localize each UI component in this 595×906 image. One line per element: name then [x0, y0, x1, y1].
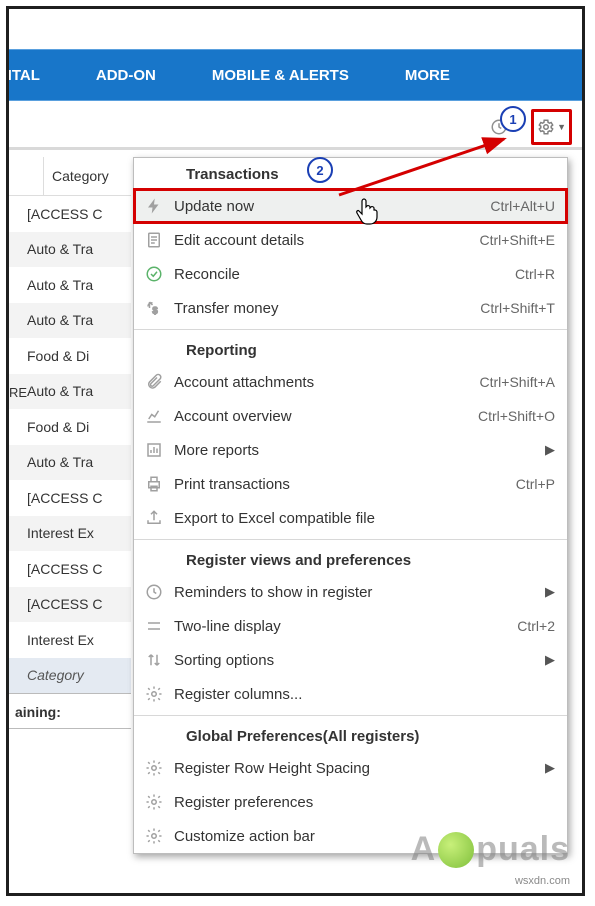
grid-cell[interactable]: Auto & Tra	[9, 303, 131, 339]
watermark-text: A	[411, 830, 437, 869]
menu-shortcut: Ctrl+Shift+T	[472, 300, 555, 316]
gear-icon	[145, 759, 163, 777]
menu-item-overview[interactable]: Account overview Ctrl+Shift+O	[134, 399, 567, 433]
menu-item-export[interactable]: Export to Excel compatible file	[134, 501, 567, 535]
sort-icon	[145, 651, 163, 669]
clock-icon	[145, 583, 163, 601]
transfer-icon: $	[145, 299, 163, 317]
svg-text:$: $	[153, 305, 158, 315]
menu-section-global: Global Preferences(All registers)	[134, 720, 567, 751]
menu-section-reporting: Reporting	[134, 334, 567, 365]
grid-cell[interactable]: Food & Di	[9, 409, 131, 445]
chart-line-icon	[145, 407, 163, 425]
menu-label: Edit account details	[174, 232, 472, 249]
menu-item-reconcile[interactable]: Reconcile Ctrl+R	[134, 257, 567, 291]
document-icon	[145, 231, 163, 249]
menu-item-edit-account[interactable]: Edit account details Ctrl+Shift+E	[134, 223, 567, 257]
menu-section-views: Register views and preferences	[134, 544, 567, 575]
settings-dropdown[interactable]: ▼	[531, 109, 572, 145]
grid-cell[interactable]: Interest Ex	[9, 516, 131, 552]
menu-label: More reports	[174, 442, 537, 459]
grid-cell[interactable]: Food & Di	[9, 338, 131, 374]
paperclip-icon	[145, 373, 163, 391]
grid-cell[interactable]: [ACCESS C	[9, 480, 131, 516]
caret-down-icon: ▼	[557, 122, 566, 132]
register-grid-left: Category [ACCESS C Auto & Tra Auto & Tra…	[9, 157, 131, 729]
menu-item-row-height[interactable]: Register Row Height Spacing ▶	[134, 751, 567, 785]
watermark-logo-icon	[438, 832, 474, 868]
submenu-arrow-icon: ▶	[537, 652, 555, 668]
menu-item-print[interactable]: Print transactions Ctrl+P	[134, 467, 567, 501]
grid-cell[interactable]: [ACCESS C	[9, 587, 131, 623]
menu-label: Account attachments	[174, 374, 472, 391]
menu-label: Reminders to show in register	[174, 584, 537, 601]
menu-label: Sorting options	[174, 652, 537, 669]
menu-shortcut: Ctrl+Shift+E	[472, 232, 555, 248]
menu-label: Register columns...	[174, 686, 555, 703]
grid-cell[interactable]: Auto & Tra	[9, 232, 131, 268]
grid-cell[interactable]: Auto & Tra	[9, 445, 131, 481]
gear-icon	[145, 827, 163, 845]
grid-cell[interactable]: Auto & Tra	[9, 374, 131, 410]
menu-shortcut: Ctrl+P	[508, 476, 555, 492]
menu-label: Two-line display	[174, 618, 509, 635]
menu-label: Print transactions	[174, 476, 508, 493]
menu-label: Account overview	[174, 408, 470, 425]
grid-cell[interactable]: [ACCESS C	[9, 196, 131, 232]
grid-cell[interactable]: Interest Ex	[9, 622, 131, 658]
menu-label: Reconcile	[174, 266, 507, 283]
column-header-category[interactable]: Category	[44, 168, 109, 184]
re-column-marker: RE	[9, 385, 27, 400]
gear-icon	[145, 793, 163, 811]
menu-label: Export to Excel compatible file	[174, 510, 555, 527]
gear-icon	[145, 685, 163, 703]
menu-mobile-alerts[interactable]: MOBILE & ALERTS	[184, 67, 377, 84]
menu-item-sorting[interactable]: Sorting options ▶	[134, 643, 567, 677]
settings-menu: Transactions Update now Ctrl+Alt+U Edit …	[133, 157, 568, 854]
submenu-arrow-icon: ▶	[537, 584, 555, 600]
lines-icon	[145, 617, 163, 635]
menu-item-reminders[interactable]: Reminders to show in register ▶	[134, 575, 567, 609]
submenu-arrow-icon: ▶	[537, 442, 555, 458]
source-credit: wsxdn.com	[515, 875, 570, 887]
menu-label: Register preferences	[174, 794, 555, 811]
grid-cell[interactable]: [ACCESS C	[9, 551, 131, 587]
grid-new-row[interactable]: Category	[9, 658, 131, 694]
annotation-arrow	[319, 129, 519, 209]
annotation-callout-2: 2	[307, 157, 333, 183]
report-icon	[145, 441, 163, 459]
lightning-icon	[145, 197, 163, 215]
main-menubar: NTAL ADD-ON MOBILE & ALERTS MORE	[9, 49, 582, 101]
submenu-arrow-icon: ▶	[537, 760, 555, 776]
watermark: A puals	[411, 830, 570, 869]
menu-item-columns[interactable]: Register columns...	[134, 677, 567, 711]
watermark-text: puals	[476, 830, 570, 869]
menu-item-register-prefs[interactable]: Register preferences	[134, 785, 567, 819]
menu-item-attachments[interactable]: Account attachments Ctrl+Shift+A	[134, 365, 567, 399]
export-icon	[145, 509, 163, 527]
gear-icon	[537, 118, 555, 136]
menu-label: Register Row Height Spacing	[174, 760, 537, 777]
grid-cell[interactable]: Auto & Tra	[9, 267, 131, 303]
menu-item-transfer[interactable]: $ Transfer money Ctrl+Shift+T	[134, 291, 567, 325]
remaining-label: aining:	[9, 704, 131, 720]
menu-more[interactable]: MORE	[377, 67, 478, 84]
menu-item-more-reports[interactable]: More reports ▶	[134, 433, 567, 467]
menu-item-two-line[interactable]: Two-line display Ctrl+2	[134, 609, 567, 643]
menu-shortcut: Ctrl+2	[509, 618, 555, 634]
menu-shortcut: Ctrl+Shift+A	[472, 374, 555, 390]
annotation-callout-1: 1	[500, 106, 526, 132]
menu-rental[interactable]: NTAL	[9, 67, 68, 84]
menu-shortcut: Ctrl+Shift+O	[470, 408, 555, 424]
menu-shortcut: Ctrl+R	[507, 266, 555, 282]
printer-icon	[145, 475, 163, 493]
menu-addon[interactable]: ADD-ON	[68, 67, 184, 84]
menu-label: Transfer money	[174, 300, 472, 317]
check-circle-icon	[145, 265, 163, 283]
